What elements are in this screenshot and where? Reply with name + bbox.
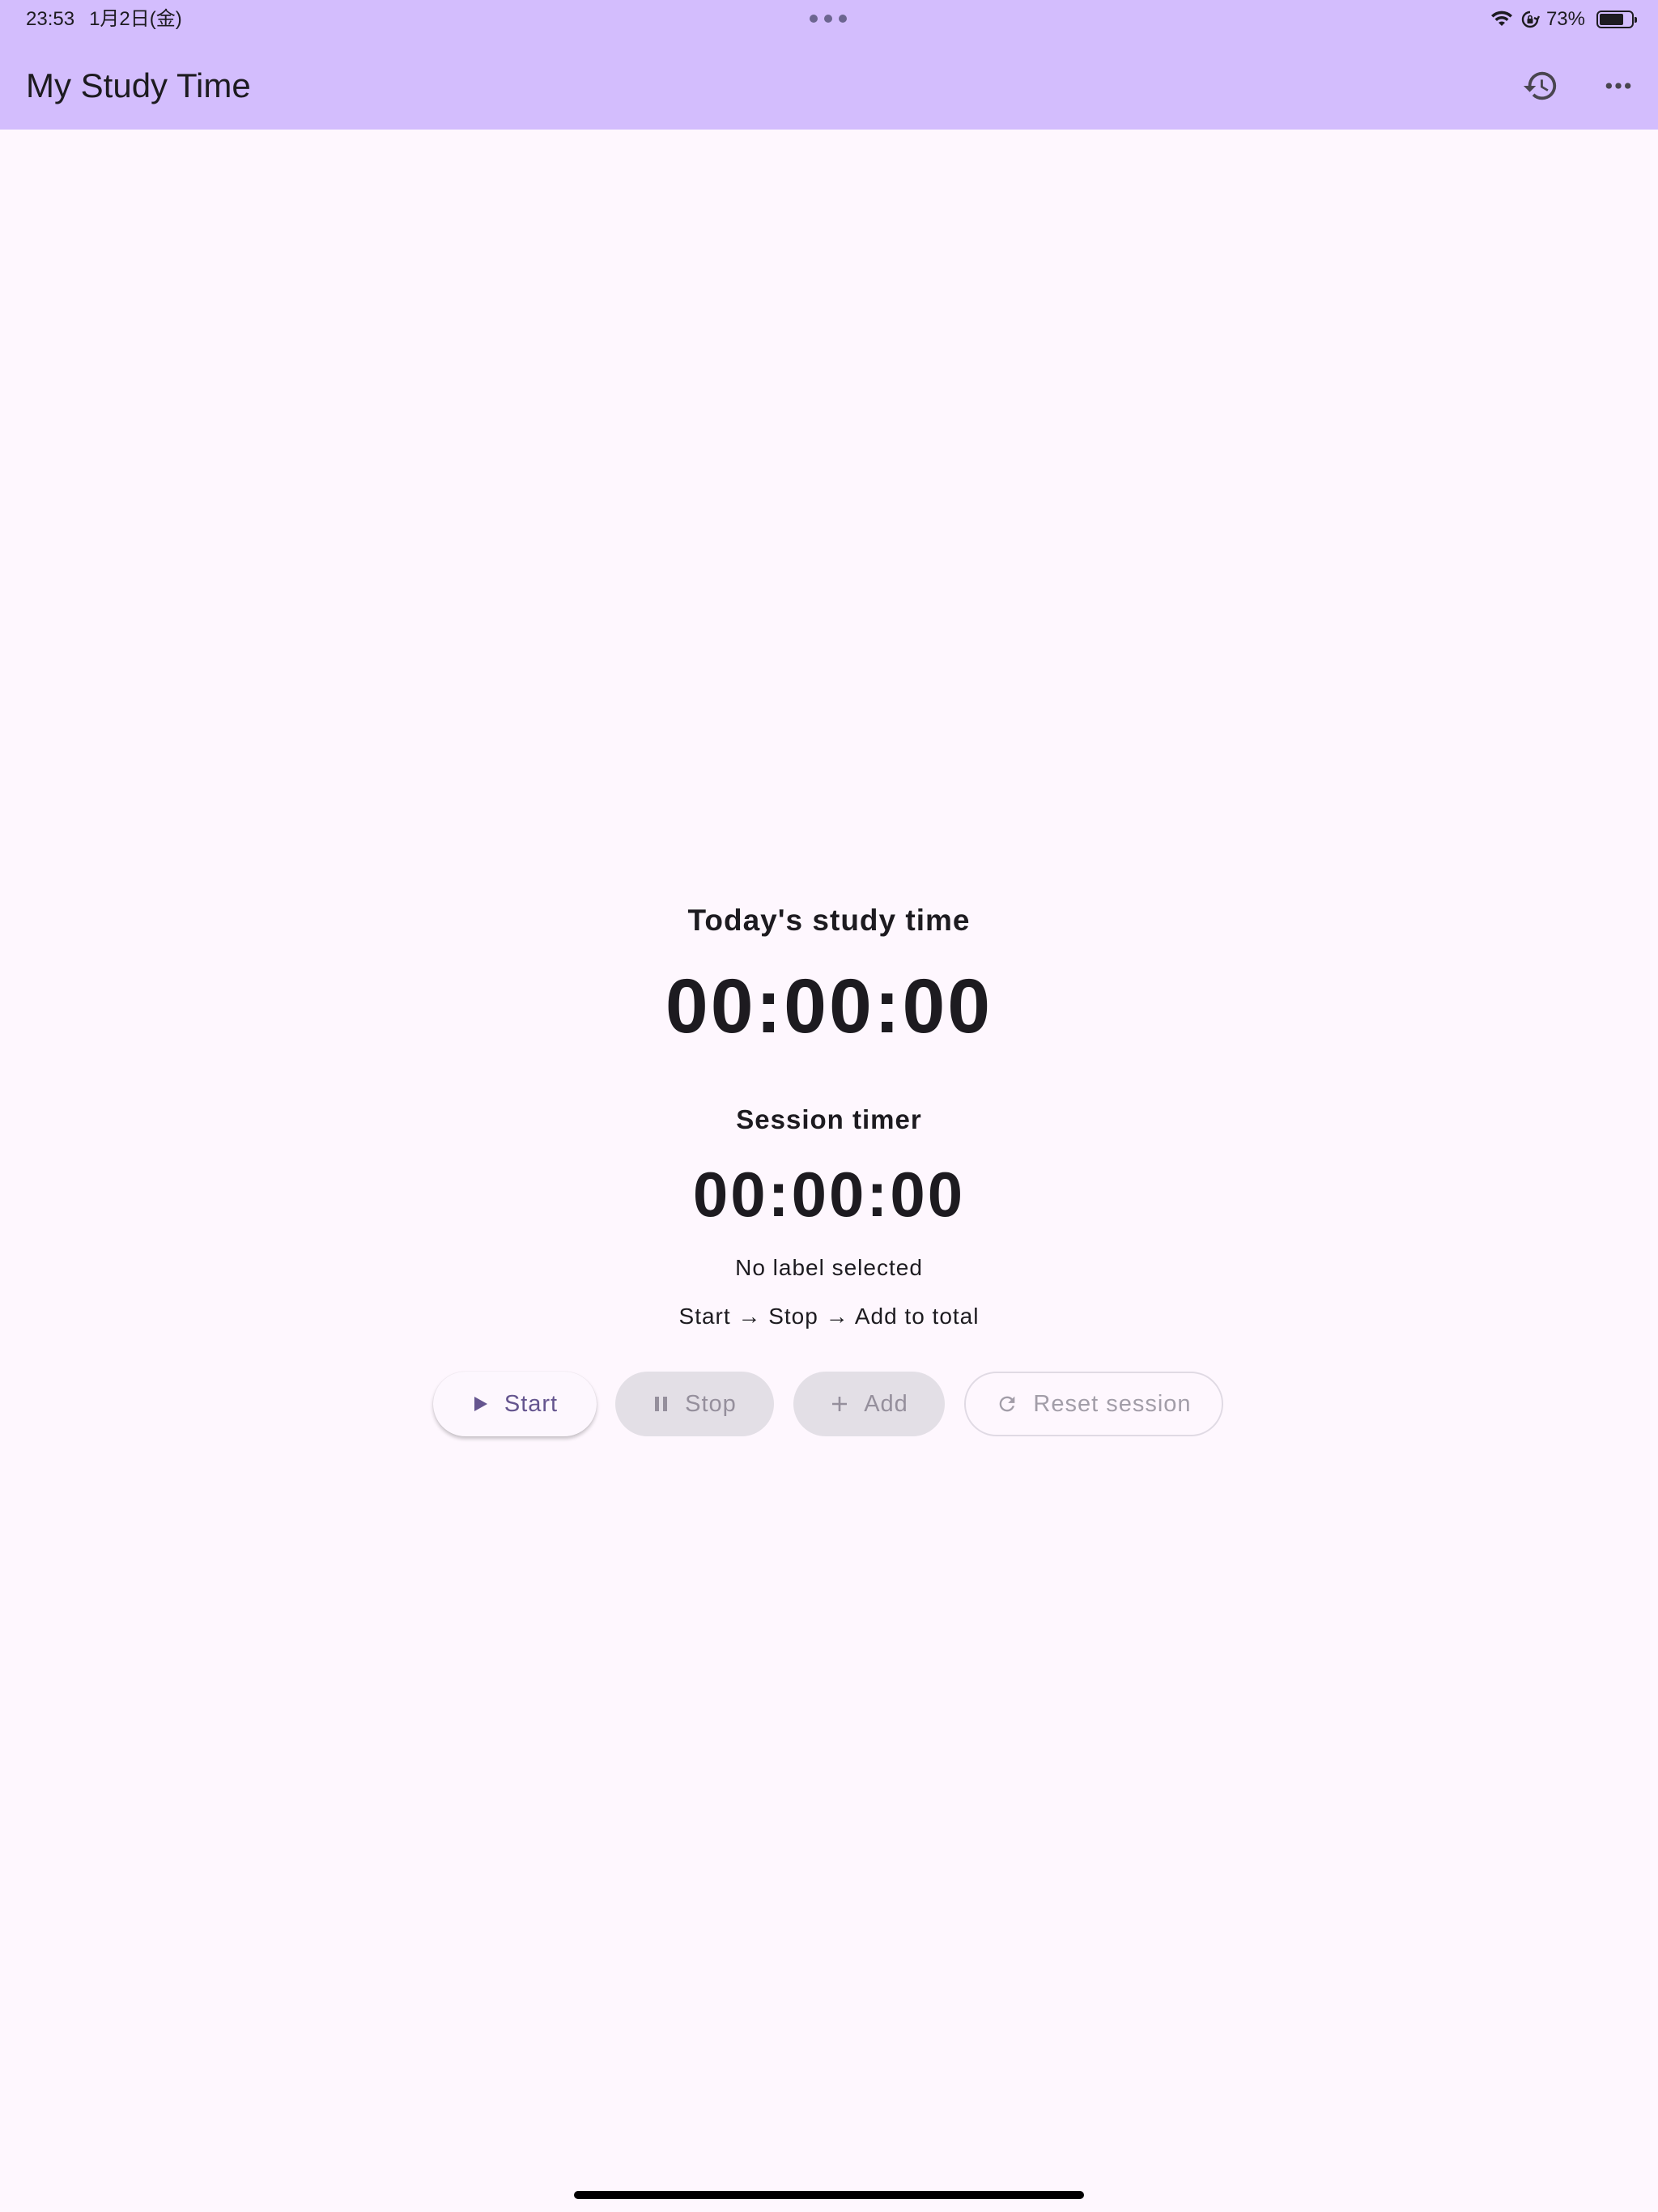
status-date: 1月2日(金): [89, 8, 182, 30]
session-timer-value: 00:00:00: [692, 1159, 966, 1230]
today-study-time: 00:00:00: [665, 963, 993, 1049]
battery-icon: [1596, 11, 1637, 28]
status-indicators: 73%: [1490, 6, 1637, 32]
reset-session-label: Reset session: [1033, 1390, 1192, 1417]
stop-button-label: Stop: [685, 1390, 737, 1417]
app-bar: 23:53 1月2日(金) 73% My Study Time: [0, 0, 1658, 130]
orientation-lock-icon: [1521, 11, 1540, 28]
status-time: 23:53: [26, 8, 75, 30]
session-timer-label: Session timer: [736, 1104, 922, 1134]
plus-icon: [830, 1394, 849, 1414]
start-button[interactable]: Start: [433, 1372, 597, 1436]
today-study-label: Today's study time: [687, 904, 971, 937]
refresh-icon: [996, 1393, 1018, 1415]
selected-label-status[interactable]: No label selected: [0, 1252, 1658, 1284]
battery-percentage: 73%: [1545, 8, 1585, 30]
start-button-label: Start: [504, 1390, 559, 1417]
more-options-button[interactable]: [1592, 60, 1644, 112]
more-horiz-icon: [1605, 83, 1631, 89]
wifi-icon: [1490, 11, 1512, 26]
history-button[interactable]: [1515, 60, 1567, 112]
app-title: My Study Time: [26, 66, 251, 104]
reset-session-button[interactable]: Reset session: [964, 1372, 1223, 1436]
play-icon: [472, 1394, 490, 1414]
status-clock: 23:53 1月2日(金): [26, 6, 182, 32]
add-button-label: Add: [864, 1390, 908, 1417]
pause-icon: [653, 1394, 670, 1414]
home-indicator[interactable]: [574, 2191, 1084, 2199]
history-icon: [1523, 71, 1557, 100]
multitasking-dots-icon[interactable]: [810, 15, 847, 24]
stop-button[interactable]: Stop: [615, 1372, 774, 1436]
usage-hint: Start → Stop → Add to total: [678, 1304, 980, 1329]
add-button[interactable]: Add: [793, 1372, 945, 1436]
